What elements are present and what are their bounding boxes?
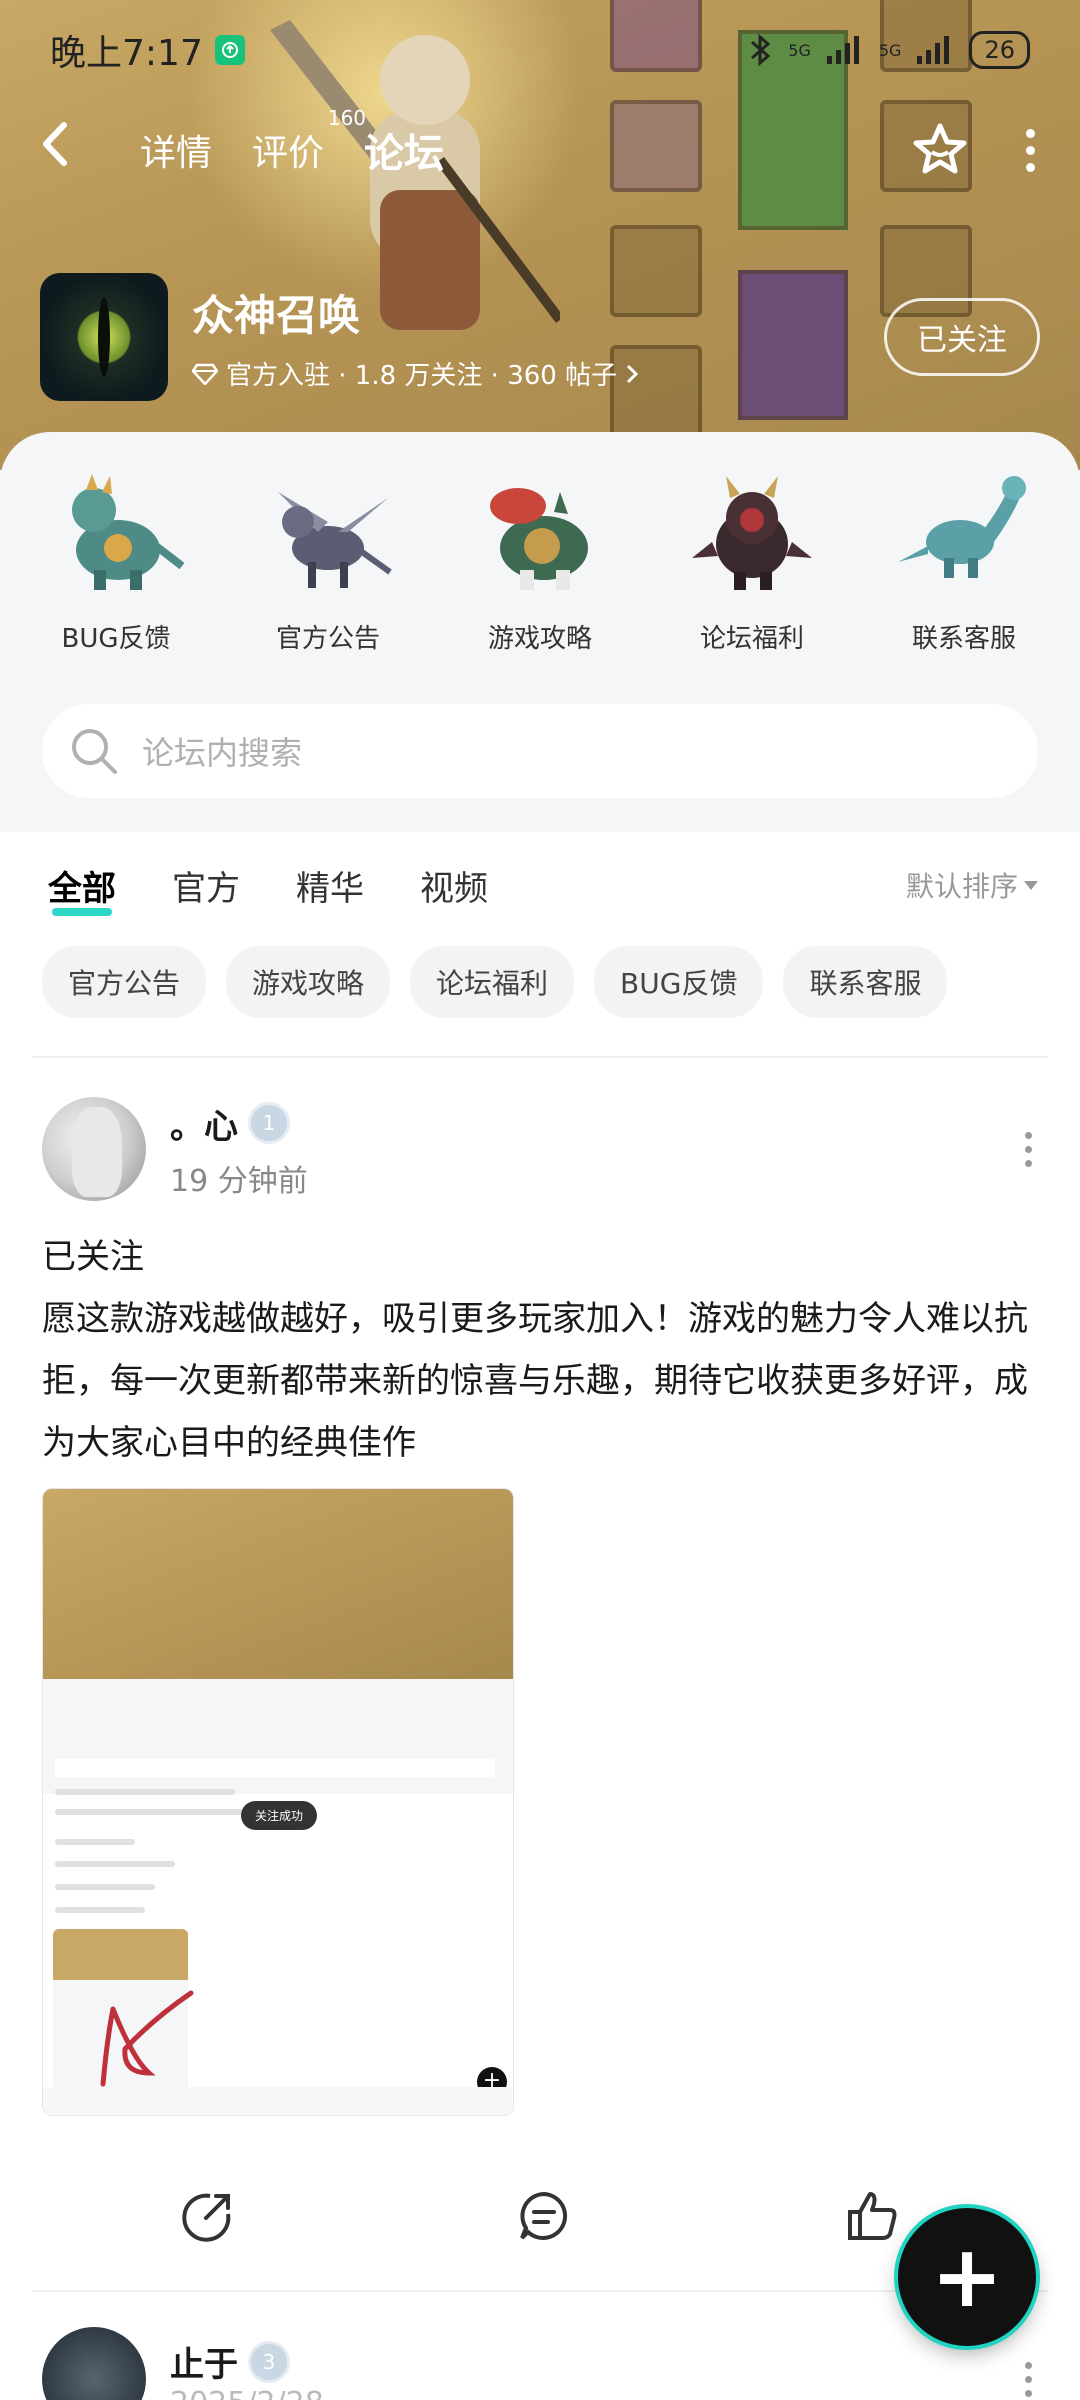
- plus-icon: +: [930, 2227, 1004, 2327]
- tab-forum[interactable]: 论坛: [360, 121, 449, 179]
- follow-button[interactable]: 已关注: [884, 298, 1040, 376]
- category-label: BUG反馈: [61, 624, 171, 654]
- post-first-line: 已关注: [42, 1237, 144, 1277]
- username[interactable]: 。心: [170, 1099, 238, 1148]
- sort-label: 默认排序: [905, 870, 1018, 903]
- dragon-mascot-icon: [898, 476, 1026, 578]
- status-indicators: 5G 5G 26: [748, 31, 1030, 69]
- topic-chips: 官方公告 游戏攻略 论坛福利 BUG反馈 联系客服: [42, 946, 1052, 1018]
- dragon-mascot-icon: [278, 492, 392, 588]
- post-filter-tabs: 全部 官方 精华 视频 默认排序: [48, 855, 1038, 916]
- game-text: 众神召唤 官方入驻 · 1.8 万关注 · 360 帖子: [192, 282, 639, 392]
- category-announcements[interactable]: 官方公告: [228, 462, 428, 655]
- review-count-badge: 160: [327, 106, 367, 130]
- user-level-badge: 1: [248, 1102, 290, 1144]
- chip-customer-service[interactable]: 联系客服: [783, 946, 948, 1018]
- dragon-mascot-icon: [490, 488, 588, 590]
- category-label: 官方公告: [275, 624, 380, 654]
- tab-reviews-label: 评价: [252, 133, 325, 174]
- status-time: 晚上7:17: [50, 33, 203, 74]
- divider: [32, 2290, 1048, 2292]
- tab-details[interactable]: 详情: [140, 124, 212, 176]
- tab-reviews[interactable]: 评价 160: [252, 106, 366, 176]
- red-scribble-mark: [100, 1990, 194, 2087]
- share-icon[interactable]: [180, 2188, 236, 2244]
- game-logo: [40, 273, 168, 401]
- username[interactable]: 止于: [170, 2337, 238, 2386]
- network-label-2: 5G: [878, 40, 902, 60]
- category-label: 游戏攻略: [487, 624, 592, 654]
- post-text: 愿这款游戏越做越好，吸引更多玩家加入！游戏的魅力令人难以抗拒，每一次更新都带来新…: [42, 1299, 1028, 1463]
- forum-search-bar[interactable]: 论坛内搜索: [42, 704, 1038, 798]
- dragon-mascot-icon: [72, 474, 185, 590]
- search-icon: [72, 729, 117, 774]
- star-favorite-icon[interactable]: [910, 120, 970, 180]
- diamond-icon: [192, 363, 218, 385]
- game-name: 众神召唤: [192, 291, 361, 340]
- comment-icon[interactable]: [516, 2188, 572, 2244]
- post-user-info: 。心 1 19 分钟前: [170, 1099, 308, 1200]
- search-placeholder: 论坛内搜索: [142, 734, 303, 772]
- post-header: 。心 1 19 分钟前: [42, 1094, 1042, 1204]
- username-row: 。心 1: [170, 1099, 308, 1148]
- user-level-badge: 3: [248, 2340, 290, 2383]
- post-screenshot-image[interactable]: 关注成功 +: [42, 1488, 514, 2116]
- chip-welfare[interactable]: 论坛福利: [410, 946, 575, 1018]
- post-more-icon[interactable]: [1025, 1131, 1032, 1167]
- filter-tab-official[interactable]: 官方: [172, 861, 240, 910]
- caret-down-icon: [1024, 880, 1038, 890]
- image-dock-bar: [43, 2087, 513, 2115]
- category-shortcuts: BUG反馈 官方公告 游戏攻略 论坛福利 联系客服: [0, 462, 1080, 655]
- sort-dropdown[interactable]: 默认排序: [906, 865, 1038, 905]
- avatar[interactable]: [42, 2327, 146, 2400]
- dragon-mascot-icon: [692, 476, 812, 590]
- chip-announcements[interactable]: 官方公告: [42, 946, 207, 1018]
- filter-tab-featured[interactable]: 精华: [296, 861, 364, 910]
- category-welfare[interactable]: 论坛福利: [652, 462, 852, 655]
- post-timestamp: 2025/2/28: [170, 2386, 324, 2400]
- post-content[interactable]: 已关注 愿这款游戏越做越好，吸引更多玩家加入！游戏的魅力令人难以抗拒，每一次更新…: [42, 1226, 1042, 1474]
- chip-guides[interactable]: 游戏攻略: [226, 946, 391, 1018]
- back-arrow-icon[interactable]: [40, 118, 100, 183]
- post-timestamp: 19 分钟前: [170, 1163, 308, 1199]
- like-icon[interactable]: [844, 2188, 900, 2244]
- game-meta-text: 官方入驻 · 1.8 万关注 · 360 帖子: [226, 361, 618, 391]
- category-bug-feedback[interactable]: BUG反馈: [16, 462, 216, 655]
- image-hero-area: [43, 1489, 513, 1679]
- chip-bug-feedback[interactable]: BUG反馈: [594, 946, 764, 1018]
- top-nav: 详情 评价 160 论坛: [0, 100, 1080, 200]
- category-guides[interactable]: 游戏攻略: [440, 462, 640, 655]
- category-label: 联系客服: [911, 624, 1016, 654]
- status-bar: 晚上7:17 5G 5G 26: [0, 0, 1080, 100]
- network-label-1: 5G: [788, 40, 811, 60]
- post-user-info: 止于 3 2025/2/28: [170, 2337, 324, 2400]
- battery-indicator: 26: [969, 31, 1030, 69]
- divider: [32, 1056, 1048, 1058]
- app-notification-icon: [214, 35, 245, 65]
- category-label: 论坛福利: [699, 624, 804, 654]
- signal-icon: [917, 36, 950, 64]
- avatar[interactable]: [42, 1097, 146, 1201]
- filter-tab-video[interactable]: 视频: [420, 861, 488, 910]
- more-options-icon[interactable]: [1020, 128, 1040, 172]
- post-header: 止于 3 2025/2/28: [42, 2324, 1042, 2400]
- filter-tab-all[interactable]: 全部: [48, 861, 116, 916]
- username-row: 止于 3: [170, 2337, 324, 2386]
- image-toast: 关注成功: [241, 1801, 318, 1830]
- category-customer-service[interactable]: 联系客服: [864, 462, 1064, 655]
- game-meta-row[interactable]: 官方入驻 · 1.8 万关注 · 360 帖子: [192, 355, 639, 392]
- forum-panel: BUG反馈 官方公告 游戏攻略 论坛福利 联系客服 论坛内搜索: [0, 432, 1080, 832]
- signal-icon: [826, 36, 859, 64]
- game-info-row: 众神召唤 官方入驻 · 1.8 万关注 · 360 帖子 已关注: [40, 272, 1040, 402]
- chevron-right-icon: [627, 364, 639, 383]
- bluetooth-icon: [751, 33, 771, 67]
- post-more-icon[interactable]: [1025, 2361, 1032, 2397]
